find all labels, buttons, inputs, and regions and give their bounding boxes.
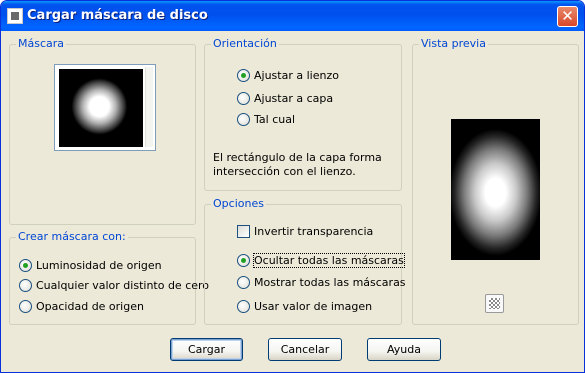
radio-button[interactable] xyxy=(237,275,250,289)
radio-button[interactable] xyxy=(19,258,32,272)
radio-use-image-value[interactable]: Usar valor de imagen xyxy=(237,298,372,314)
preview-group-legend: Vista previa xyxy=(419,37,488,50)
window-title: Cargar máscara de disco xyxy=(27,8,208,23)
radio-button[interactable] xyxy=(237,112,250,126)
radio-fit-canvas[interactable]: Ajustar a lienzo xyxy=(237,67,339,83)
radio-button[interactable] xyxy=(237,68,250,82)
radio-source-opacity[interactable]: Opacidad de origen xyxy=(19,298,144,314)
radio-label: Tal cual xyxy=(254,112,296,126)
title-bar[interactable]: Cargar máscara de disco ✕ xyxy=(1,1,584,31)
preview-image xyxy=(451,119,540,260)
radio-label: Mostrar todas las máscaras xyxy=(254,275,406,289)
app-icon xyxy=(7,8,23,24)
checkerboard-icon[interactable] xyxy=(485,294,504,313)
radio-label: Ocultar todas las máscaras xyxy=(253,252,405,268)
checkbox-invert-transparency[interactable]: Invertir transparencia xyxy=(237,223,373,239)
radio-button[interactable] xyxy=(19,299,32,313)
help-button[interactable]: Ayuda xyxy=(367,338,441,361)
radio-button[interactable] xyxy=(237,91,250,105)
orientation-description: El rectángulo de la capa forma intersecc… xyxy=(213,151,382,178)
mask-thumbnail[interactable] xyxy=(59,69,143,147)
mask-list-scrollbar[interactable] xyxy=(145,67,153,147)
options-group-legend: Opciones xyxy=(211,197,266,210)
radio-label: Usar valor de imagen xyxy=(254,299,373,313)
radio-any-nonzero[interactable]: Cualquier valor distinto de cero xyxy=(19,277,209,293)
cancel-button[interactable]: Cancelar xyxy=(268,338,342,361)
radio-label: Ajustar a capa xyxy=(254,91,334,105)
radio-source-luminance[interactable]: Luminosidad de origen xyxy=(19,257,162,273)
dialog-window: Cargar máscara de disco ✕ Máscara Crear … xyxy=(0,0,585,373)
radio-label: Ajustar a lienzo xyxy=(254,68,339,82)
radio-button[interactable] xyxy=(237,253,250,267)
radio-label: Cualquier valor distinto de cero xyxy=(36,278,210,292)
radio-hide-all-masks[interactable]: Ocultar todas las máscaras xyxy=(237,252,405,268)
radio-as-is[interactable]: Tal cual xyxy=(237,111,295,127)
radio-fit-layer[interactable]: Ajustar a capa xyxy=(237,90,333,106)
radio-label: Opacidad de origen xyxy=(36,299,144,313)
radio-show-all-masks[interactable]: Mostrar todas las máscaras xyxy=(237,274,406,290)
mask-thumbnail-list[interactable] xyxy=(54,64,156,151)
checkbox-label: Invertir transparencia xyxy=(254,224,374,238)
radio-button[interactable] xyxy=(19,278,32,292)
radio-label: Luminosidad de origen xyxy=(36,258,162,272)
orientation-group-legend: Orientación xyxy=(211,37,279,50)
mask-group-legend: Máscara xyxy=(16,37,67,50)
close-button[interactable]: ✕ xyxy=(557,6,578,27)
checkbox[interactable] xyxy=(237,224,250,238)
load-button[interactable]: Cargar xyxy=(170,338,243,361)
radio-button[interactable] xyxy=(237,299,250,313)
create-mask-group-legend: Crear máscara con: xyxy=(16,230,128,243)
